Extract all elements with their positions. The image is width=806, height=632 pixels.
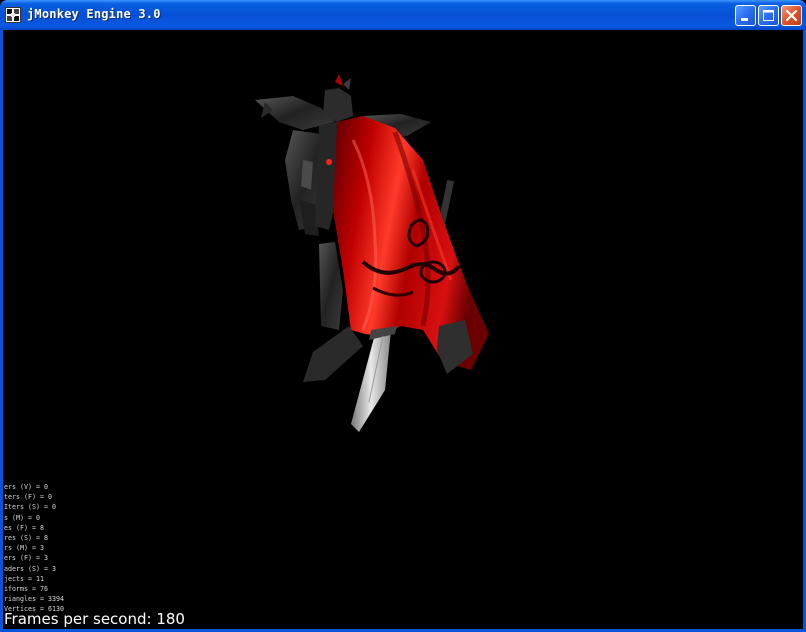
title-bar[interactable]: jMonkey Engine 3.0 xyxy=(0,0,806,30)
stat-line: ters (F) = 0 xyxy=(4,493,53,502)
close-button[interactable] xyxy=(781,5,802,26)
stat-line: ers (V) = 0 xyxy=(4,483,49,491)
dark-knight-model xyxy=(255,74,489,432)
stat-line: es (F) = 8 xyxy=(4,523,45,532)
stat-line: ers (F) = 3 xyxy=(4,554,49,563)
jmonkey-app-icon[interactable] xyxy=(5,7,21,23)
fps-counter: Frames per second: 180 xyxy=(4,610,185,628)
stat-line: Iters (S) = 0 xyxy=(4,503,57,512)
minimize-icon xyxy=(741,18,748,21)
stat-line: aders (S) = 3 xyxy=(4,564,57,573)
stat-line: iforms = 76 xyxy=(4,584,49,593)
stat-line: rs (M) = 3 xyxy=(4,544,45,553)
stat-line: s (M) = 0 xyxy=(4,513,41,522)
stat-line: riangles = 3394 xyxy=(4,595,65,604)
render-viewport[interactable]: ers (V) = 0 ters (F) = 0 Iters (S) = 0 s… xyxy=(3,30,803,629)
maximize-button[interactable] xyxy=(758,5,779,26)
close-icon xyxy=(785,9,798,22)
stat-line: jects = 11 xyxy=(4,574,45,583)
app-window: jMonkey Engine 3.0 ers (V) = 0 ters (F) … xyxy=(0,0,806,632)
stat-line: res (S) = 8 xyxy=(4,533,49,542)
stats-overlay: ers (V) = 0 ters (F) = 0 Iters (S) = 0 s… xyxy=(4,482,64,614)
maximize-icon xyxy=(763,10,774,21)
minimize-button[interactable] xyxy=(735,5,756,26)
window-title: jMonkey Engine 3.0 xyxy=(27,7,161,21)
